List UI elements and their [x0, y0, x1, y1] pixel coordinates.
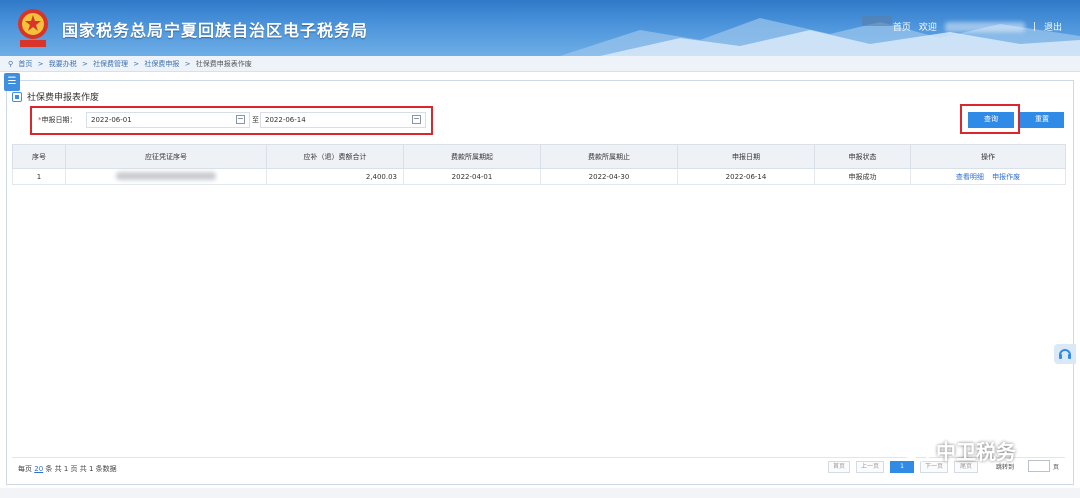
- col-ops: 操作: [910, 144, 1066, 169]
- online-service-button[interactable]: [1054, 344, 1076, 364]
- void-declare-link[interactable]: 申报作废: [992, 173, 1020, 181]
- user-name-redacted: [944, 21, 1025, 32]
- logout-link[interactable]: 退出: [1044, 20, 1062, 33]
- wechat-icon: [900, 439, 930, 461]
- declare-date-label: *申报日期：: [38, 115, 77, 125]
- col-amount: 应补（退）费额合计: [266, 144, 404, 169]
- date-from-input[interactable]: 2022-06-01: [86, 112, 250, 128]
- reset-button[interactable]: 重置: [1020, 112, 1064, 128]
- pager-total: 共 1 条数据: [79, 465, 117, 473]
- location-pin-icon: ⚲: [8, 60, 14, 68]
- calendar-icon[interactable]: [412, 115, 421, 124]
- national-emblem-icon: [18, 9, 48, 47]
- watermark: 中卫税务: [900, 436, 1016, 465]
- breadcrumb-tax[interactable]: 我要办税: [49, 60, 77, 68]
- breadcrumb: ⚲ 首页 > 我要办税 > 社保费管理 > 社保费申报 > 社保费申报表作废: [0, 56, 1080, 72]
- col-status: 申报状态: [814, 144, 911, 169]
- cell-ops: 查看明细 申报作废: [910, 168, 1066, 185]
- prev-page-button[interactable]: 上一页: [856, 461, 884, 473]
- table-row: 1 2,400.03 2022-04-01 2022-04-30 2022-06…: [12, 168, 1066, 185]
- table-header-row: 序号 应征凭证序号 应补（退）费额合计 费款所属期起 费款所属期止 申报日期 申…: [12, 144, 1066, 169]
- cell-voucher: [65, 168, 267, 185]
- breadcrumb-sep: >: [184, 60, 191, 68]
- form-icon: [12, 91, 22, 102]
- bottom-strip: [0, 488, 1080, 498]
- nav-separator: |: [1032, 21, 1036, 32]
- col-voucher: 应征凭证序号: [65, 144, 267, 169]
- date-from-value: 2022-06-01: [91, 116, 132, 124]
- content-frame: [6, 80, 1074, 485]
- breadcrumb-social-mgmt[interactable]: 社保费管理: [93, 60, 128, 68]
- cell-status: 申报成功: [814, 168, 911, 185]
- goto-page-input[interactable]: [1028, 460, 1050, 472]
- view-detail-link[interactable]: 查看明细: [956, 173, 984, 181]
- breadcrumb-sep: >: [37, 60, 44, 68]
- query-button[interactable]: 查询: [968, 112, 1014, 128]
- col-seq: 序号: [12, 144, 66, 169]
- col-declare-date: 申报日期: [677, 144, 815, 169]
- top-nav: 首页 欢迎 | 退出: [893, 20, 1062, 33]
- pager-summary: 每页 20 条 共 1 页 共 1 条数据: [18, 464, 117, 474]
- col-period-start: 费款所属期起: [403, 144, 541, 169]
- goto-suffix: 页: [1053, 464, 1060, 471]
- declare-date-label-text: 申报日期：: [41, 116, 77, 124]
- page-title: 社保费申报表作废: [27, 93, 100, 103]
- breadcrumb-current: 社保费申报表作废: [195, 60, 252, 68]
- page-size-select[interactable]: 20: [34, 465, 43, 473]
- first-page-button[interactable]: 首页: [828, 461, 850, 473]
- pager-mid: 条 共 1 页: [45, 465, 78, 473]
- results-table: 序号 应征凭证序号 应补（退）费额合计 费款所属期起 费款所属期止 申报日期 申…: [12, 144, 1066, 185]
- pager-prefix: 每页: [18, 465, 32, 473]
- date-to-value: 2022-06-14: [265, 116, 306, 124]
- breadcrumb-home[interactable]: 首页: [18, 60, 32, 68]
- breadcrumb-social-declare[interactable]: 社保费申报: [144, 60, 179, 68]
- date-to-input[interactable]: 2022-06-14: [260, 112, 426, 128]
- breadcrumb-sep: >: [133, 60, 140, 68]
- site-header: 国家税务总局宁夏回族自治区电子税务局 首页 欢迎 | 退出: [0, 0, 1080, 56]
- cell-seq: 1: [12, 168, 66, 185]
- page-header: 社保费申报表作废: [12, 90, 99, 103]
- calendar-icon[interactable]: [236, 115, 245, 124]
- cell-declare-date: 2022-06-14: [677, 168, 815, 185]
- nav-welcome-label: 欢迎: [918, 23, 937, 33]
- cell-period-start: 2022-04-01: [403, 168, 541, 185]
- breadcrumb-sep: >: [81, 60, 88, 68]
- watermark-text: 中卫税务: [936, 440, 1016, 464]
- headset-icon: [1059, 349, 1071, 359]
- menu-toggle-icon[interactable]: ☰: [4, 73, 20, 91]
- nav-home-link[interactable]: 首页: [893, 20, 911, 33]
- voucher-redacted: [116, 171, 216, 180]
- col-period-end: 费款所属期止: [540, 144, 678, 169]
- site-title: 国家税务总局宁夏回族自治区电子税务局: [62, 21, 369, 40]
- cell-amount: 2,400.03: [266, 168, 404, 185]
- cell-period-end: 2022-04-30: [540, 168, 678, 185]
- date-separator: 至: [252, 116, 259, 124]
